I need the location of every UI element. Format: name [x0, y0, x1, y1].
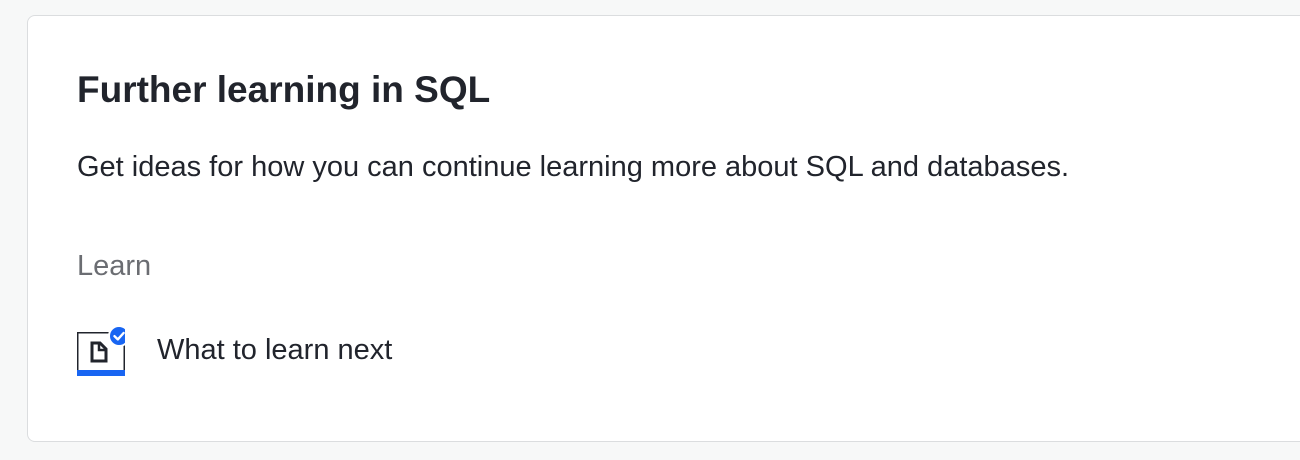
card-title: Further learning in SQL: [77, 69, 491, 110]
unit-card: Further learning in SQL Get ideas for ho…: [27, 15, 1300, 442]
section-label-learn: Learn: [77, 250, 152, 282]
list-item-what-to-learn-next[interactable]: What to learn next: [77, 320, 497, 380]
card-description: Get ideas for how you can continue learn…: [77, 151, 1070, 183]
list-item-label: What to learn next: [157, 334, 393, 366]
article-completed-icon: [77, 324, 130, 376]
